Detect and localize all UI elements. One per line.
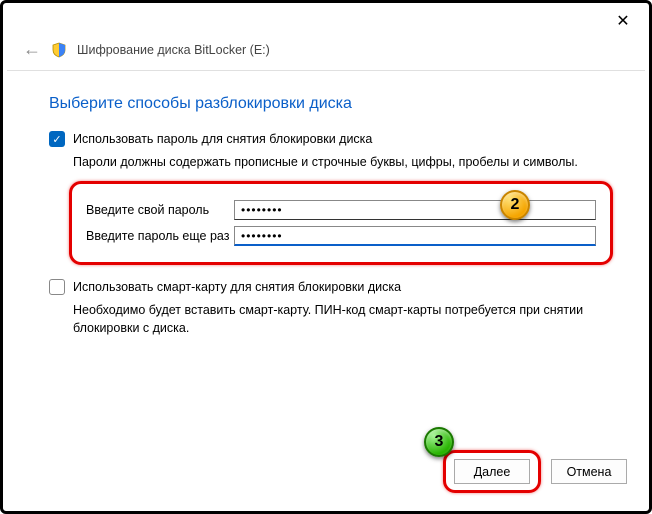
callout-badge-3: 3 xyxy=(424,427,454,457)
password-input-1[interactable] xyxy=(234,200,596,220)
close-button[interactable]: ✕ xyxy=(603,6,643,36)
next-button-highlight: 3 Далее xyxy=(443,450,541,493)
use-password-label: Использовать пароль для снятия блокировк… xyxy=(73,132,372,146)
password-help-text: Пароли должны содержать прописные и стро… xyxy=(73,153,603,171)
breadcrumb: ← Шифрование диска BitLocker (E:) xyxy=(3,39,649,70)
bitlocker-shield-icon xyxy=(51,42,67,58)
use-password-checkbox[interactable]: ✓ xyxy=(49,131,65,147)
password-label-1: Введите свой пароль xyxy=(86,203,234,217)
page-title: Выберите способы разблокировки диска xyxy=(49,95,603,113)
cancel-button[interactable]: Отмена xyxy=(551,459,627,484)
password-label-2: Введите пароль еще раз xyxy=(86,229,234,243)
breadcrumb-text: Шифрование диска BitLocker (E:) xyxy=(77,43,270,57)
password-input-2[interactable] xyxy=(234,226,596,246)
password-fields-group: 2 Введите свой пароль Введите пароль еще… xyxy=(69,181,613,265)
titlebar: ✕ xyxy=(3,3,649,39)
callout-badge-2: 2 xyxy=(500,190,530,220)
use-smartcard-checkbox[interactable] xyxy=(49,279,65,295)
smartcard-help-text: Необходимо будет вставить смарт-карту. П… xyxy=(73,301,603,337)
next-button[interactable]: Далее xyxy=(454,459,530,484)
use-smartcard-label: Использовать смарт-карту для снятия блок… xyxy=(73,280,401,294)
back-arrow-icon[interactable]: ← xyxy=(23,39,41,60)
